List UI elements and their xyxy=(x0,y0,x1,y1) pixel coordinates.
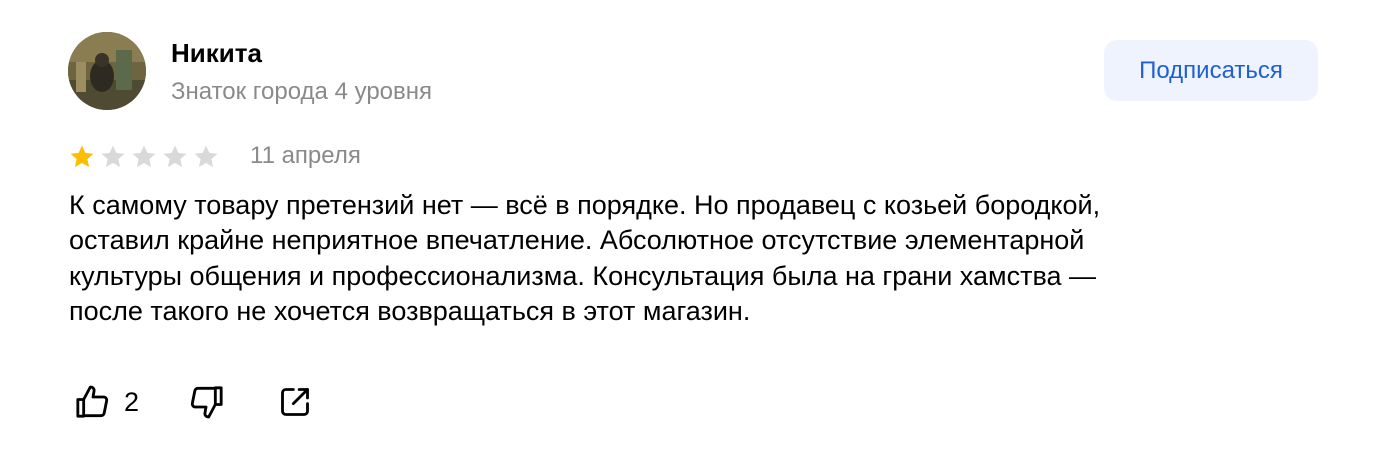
review-text-line: оставил крайне неприятное впечатление. А… xyxy=(69,225,1085,256)
star-empty-icon xyxy=(101,145,125,168)
subscribe-button[interactable]: Подписаться xyxy=(1104,40,1318,101)
share-button[interactable] xyxy=(275,382,315,422)
like-button[interactable]: 2 xyxy=(72,382,139,422)
review-date: 11 апреля xyxy=(250,142,361,169)
thumbs-down-icon xyxy=(190,386,223,419)
review-text-line: после такого не хочется возвращаться в э… xyxy=(69,295,751,326)
avatar-image xyxy=(68,32,146,110)
author-level: Знаток города 4 уровня xyxy=(171,78,433,105)
review-text-line: культуры общения и профессионализма. Кон… xyxy=(69,260,1097,291)
star-empty-icon xyxy=(132,145,156,168)
dislike-button[interactable] xyxy=(187,382,227,422)
review-card: Никита Знаток города 4 уровня Подписатьс… xyxy=(0,0,1375,449)
star-empty-icon xyxy=(194,145,218,168)
thumbs-up-icon xyxy=(76,385,109,418)
star-rating xyxy=(68,143,220,171)
author-name[interactable]: Никита xyxy=(171,37,262,69)
review-text: К самому товару претензий нет — всё в по… xyxy=(69,188,1269,329)
review-text-line: К самому товару претензий нет — всё в по… xyxy=(69,190,1101,220)
star-empty-icon xyxy=(163,145,187,168)
like-count: 2 xyxy=(124,387,140,417)
star-filled-icon xyxy=(70,145,94,168)
avatar[interactable] xyxy=(68,32,146,110)
share-icon xyxy=(281,388,309,416)
